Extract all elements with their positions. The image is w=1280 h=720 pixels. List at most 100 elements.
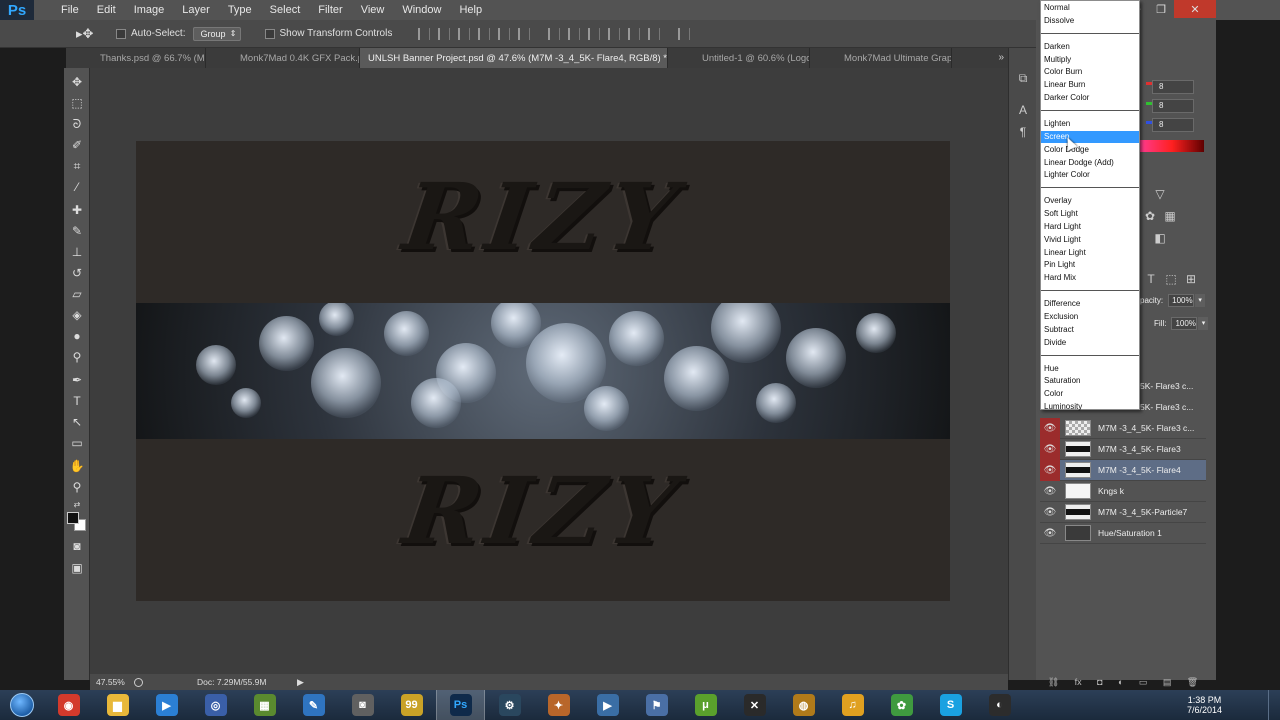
taskbar-app[interactable]: ◎ [191,690,240,720]
history-panel-icon[interactable]: ⧉ [1015,70,1031,86]
show-desktop-button[interactable] [1268,690,1280,720]
document-area[interactable]: RIZY RIZY [90,68,1008,674]
green-value-field[interactable]: 8 [1152,99,1194,113]
crop-tool-icon[interactable]: ⌗ [69,158,85,174]
layer-row[interactable]: 👁 M7M -3_4_5K- Flare4 [1040,459,1206,481]
taskbar-app[interactable]: ▦ [240,690,289,720]
blend-mode-exclusion[interactable]: Exclusion [1041,311,1139,323]
new-group-icon[interactable]: ▭ [1139,677,1148,688]
taskbar-app[interactable]: ✦ [534,690,583,720]
document-tab[interactable]: Monk7Mad Ultimate Graphic [810,48,952,68]
quick-mask-icon[interactable]: ◙ [69,538,85,554]
adjustment-layer-icon[interactable]: ◐ [1118,677,1123,687]
foreground-color-swatch[interactable] [67,512,79,524]
document-tab[interactable]: Thanks.psd @ 66.7% (Mba...× [66,48,206,68]
start-button[interactable] [0,690,44,720]
distribute-bottom-icon[interactable] [588,27,601,40]
blend-mode-dissolve[interactable]: Dissolve [1041,15,1139,27]
blend-mode-soft-light[interactable]: Soft Light [1041,208,1139,220]
align-right-icon[interactable] [518,27,531,40]
taskbar-app[interactable]: ▆ [93,690,142,720]
healing-brush-tool-icon[interactable]: ✚ [69,202,85,218]
document-tab[interactable]: Untitled-1 @ 60.6% (Logo,...× [668,48,810,68]
taskbar-app[interactable]: S [926,690,975,720]
blend-mode-subtract[interactable]: Subtract [1041,324,1139,336]
visibility-eye-icon[interactable]: 👁 [1040,502,1060,523]
opacity-arrow-icon[interactable]: ▾ [1195,294,1206,307]
type-filter-icon[interactable]: T [1144,272,1158,286]
menu-filter[interactable]: Filter [309,0,351,20]
paragraph-panel-icon[interactable]: ¶ [1015,124,1031,140]
blend-mode-screen[interactable]: Screen [1041,130,1139,143]
layer-style-icon[interactable]: fx [1075,677,1082,687]
taskbar-app[interactable]: ⚙ [485,690,534,720]
taskbar-app[interactable]: ✕ [730,690,779,720]
blend-mode-pin-light[interactable]: Pin Light [1041,259,1139,271]
taskbar-app[interactable]: ▶ [583,690,632,720]
auto-select-dropdown[interactable]: Group [193,26,241,41]
layer-row[interactable]: 👁 M7M -3_4_5K- Flare3 [1040,438,1206,460]
taskbar-app[interactable]: ◉ [44,690,93,720]
zoom-tool-icon[interactable]: ⚲ [69,479,85,495]
status-menu-arrow-icon[interactable]: ▶ [297,677,304,688]
blend-mode-hue[interactable]: Hue [1041,363,1139,375]
layer-row[interactable]: 👁 Kngs k [1040,481,1206,502]
blend-mode-linear-burn[interactable]: Linear Burn [1041,79,1139,91]
menu-type[interactable]: Type [219,0,261,20]
screen-mode-icon[interactable]: ▣ [69,560,85,576]
system-clock[interactable]: 1:38 PM 7/6/2014 [1187,690,1222,720]
visibility-eye-icon[interactable]: 👁 [1040,438,1060,460]
blue-value-field[interactable]: 8 [1152,118,1194,132]
color-lookup-icon[interactable]: ▦ [1163,209,1177,223]
blend-mode-lighter-color[interactable]: Lighter Color [1041,169,1139,181]
taskbar-app[interactable]: ⚑ [632,690,681,720]
brush-tool-icon[interactable]: ✎ [69,223,85,239]
quick-select-tool-icon[interactable]: ✐ [69,137,85,153]
move-tool-preset-icon[interactable]: ▸✥ [76,26,106,42]
visibility-eye-icon[interactable]: 👁 [1040,481,1060,502]
blend-mode-linear-light[interactable]: Linear Light [1041,247,1139,259]
blend-mode-darker-color[interactable]: Darker Color [1041,92,1139,104]
menu-image[interactable]: Image [125,0,174,20]
fill-arrow-icon[interactable]: ▾ [1198,317,1209,330]
align-hcenter-icon[interactable] [498,27,511,40]
taskbar-app[interactable]: Ps [436,690,485,720]
taskbar-app[interactable]: ✿ [877,690,926,720]
blend-mode-normal[interactable]: Normal [1041,2,1139,14]
distribute-top-icon[interactable] [548,27,561,40]
threshold-icon[interactable]: ◧ [1153,231,1167,245]
taskbar-app[interactable]: ◐ [975,690,1024,720]
layer-row[interactable]: 👁 M7M -3_4_5K-Particle7 [1040,502,1206,523]
align-bottom-icon[interactable] [458,27,471,40]
blend-mode-overlay[interactable]: Overlay [1041,195,1139,207]
new-layer-icon[interactable]: ▤ [1163,677,1172,688]
history-brush-tool-icon[interactable]: ↺ [69,265,85,281]
move-tool-icon[interactable]: ✥ [69,74,85,90]
layer-row[interactable]: 👁 M7M -3_4_5K- Flare3 c... [1040,417,1206,439]
character-panel-icon[interactable]: A [1015,102,1031,118]
distribute-right-icon[interactable] [648,27,661,40]
blend-mode-color-burn[interactable]: Color Burn [1041,66,1139,78]
blend-mode-vivid-light[interactable]: Vivid Light [1041,234,1139,246]
auto-select-checkbox[interactable] [116,28,126,39]
menu-help[interactable]: Help [450,0,491,20]
smart-object-filter-icon[interactable]: ⊞ [1184,272,1198,286]
menu-layer[interactable]: Layer [173,0,219,20]
align-top-icon[interactable] [418,27,431,40]
distribute-vcenter-icon[interactable] [568,27,581,40]
marquee-tool-icon[interactable]: ⬚ [69,95,85,111]
pen-tool-icon[interactable]: ✒ [69,372,85,388]
blur-tool-icon[interactable]: ● [69,328,85,344]
visibility-eye-icon[interactable]: 👁 [1040,459,1060,481]
visibility-eye-icon[interactable]: 👁 [1040,417,1060,439]
shape-filter-icon[interactable]: ⬚ [1164,272,1178,286]
tab-overflow-button[interactable]: » [998,48,1004,68]
red-value-field[interactable]: 8 [1152,80,1194,94]
canvas[interactable]: RIZY RIZY [136,141,950,601]
taskbar-app[interactable]: ✎ [289,690,338,720]
blend-mode-color-dodge[interactable]: Color Dodge [1041,144,1139,156]
align-vcenter-icon[interactable] [438,27,451,40]
swap-colors-icon[interactable]: ⇄ [69,497,85,513]
fill-field[interactable]: 100% [1171,317,1198,330]
taskbar-app[interactable]: ◍ [779,690,828,720]
